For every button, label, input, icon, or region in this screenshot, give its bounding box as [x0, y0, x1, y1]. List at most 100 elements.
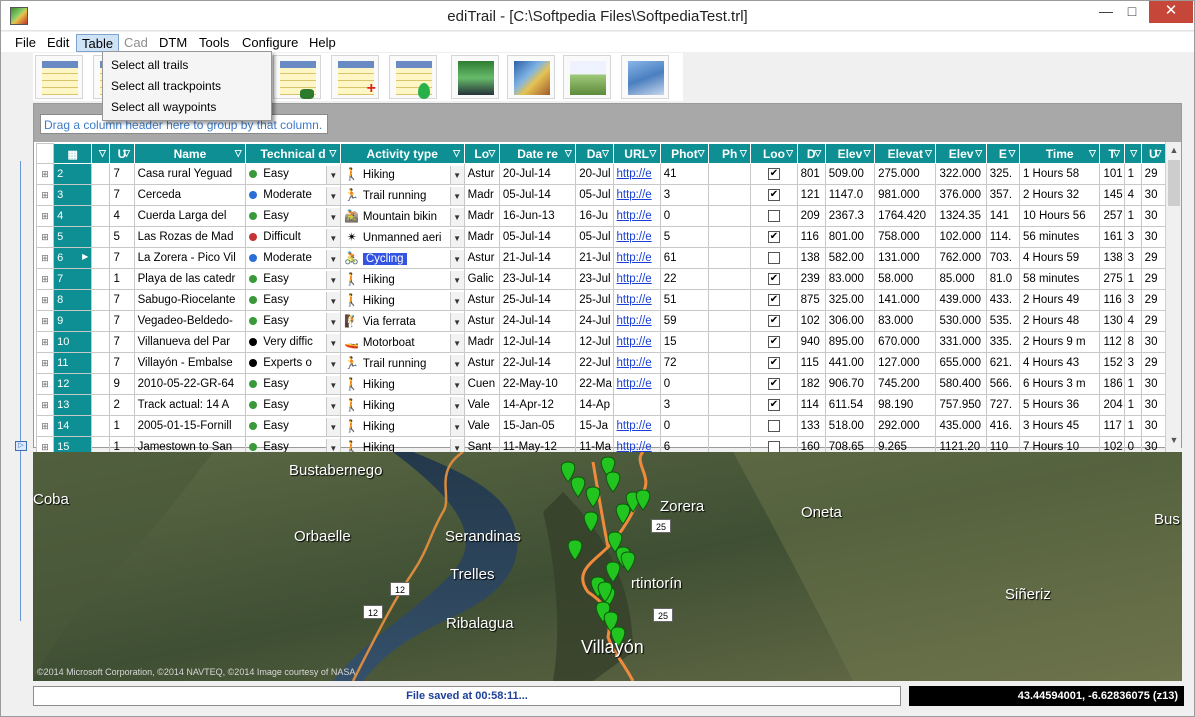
ph-cell[interactable] [708, 268, 752, 290]
t-cell[interactable]: 138 [1099, 247, 1125, 269]
column-header-t[interactable]: T ▽ [1099, 143, 1125, 164]
loop-cell[interactable]: ✔ [750, 289, 798, 311]
loop-checkbox[interactable]: ✔ [767, 272, 780, 285]
row-filter-cell[interactable] [91, 289, 111, 311]
row-id-cell[interactable]: 7 [53, 268, 93, 290]
loop-cell[interactable]: ✔ [750, 268, 798, 290]
technical-cell[interactable]: Easy ▼ [245, 310, 341, 332]
url-link[interactable]: http://e [617, 168, 652, 180]
technical-cell[interactable]: Easy ▼ [245, 205, 341, 227]
elev-max-cell[interactable]: 509.00 [824, 163, 876, 185]
u-cell[interactable]: 1 [109, 415, 135, 437]
row-expander[interactable]: ⊞ [35, 268, 55, 290]
location-cell[interactable]: Vale [463, 415, 500, 437]
url-cell[interactable] [612, 394, 661, 416]
menu-tools[interactable]: Tools [194, 34, 234, 52]
u2-cell[interactable]: 30 [1140, 331, 1167, 353]
chevron-down-icon[interactable]: ▼ [325, 228, 340, 247]
expand-row-icon[interactable]: ⊞ [41, 421, 49, 431]
elev-gain-cell[interactable]: 655.000 [935, 352, 987, 374]
row-filter-cell[interactable] [91, 184, 111, 206]
x-cell[interactable]: 8 [1123, 331, 1142, 353]
row-filter-cell[interactable] [91, 205, 111, 227]
name-cell[interactable]: La Zorera - Pico Vil [133, 247, 247, 269]
distance-cell[interactable]: 116 [796, 226, 826, 248]
activity-combo[interactable]: ✴ Unmanned aeri ▼ [344, 228, 464, 247]
t-cell[interactable]: 186 [1099, 373, 1125, 395]
activity-cell[interactable]: 🧗 Via ferrata ▼ [339, 310, 465, 332]
loop-cell[interactable]: ✔ [750, 331, 798, 353]
t-cell[interactable]: 204 [1099, 394, 1125, 416]
activity-combo[interactable]: 🚶 Hiking ▼ [344, 165, 464, 184]
u-cell[interactable]: 9 [109, 373, 135, 395]
loop-cell[interactable]: ✔ [750, 394, 798, 416]
x-cell[interactable]: 3 [1123, 226, 1142, 248]
u2-cell[interactable]: 30 [1140, 205, 1167, 227]
chevron-down-icon[interactable]: ▼ [325, 165, 340, 184]
elev-max-cell[interactable]: 1147.0 [824, 184, 876, 206]
row-id-cell[interactable]: 2 [53, 163, 93, 185]
row-filter-cell[interactable] [91, 415, 111, 437]
distance-cell[interactable]: 209 [796, 205, 826, 227]
row-expander[interactable]: ⊞ [35, 205, 55, 227]
chevron-down-icon[interactable]: ▼ [325, 417, 340, 436]
time-cell[interactable]: 58 minutes [1018, 268, 1101, 290]
photos-cell[interactable]: 51 [659, 289, 710, 311]
location-cell[interactable]: Madr [463, 226, 500, 248]
e-cell[interactable]: 433. [985, 289, 1020, 311]
name-cell[interactable]: Villayón - Embalse [133, 352, 247, 374]
t-cell[interactable]: 130 [1099, 310, 1125, 332]
photos-cell[interactable]: 3 [659, 394, 710, 416]
expand-row-icon[interactable]: ⊞ [41, 169, 49, 179]
activity-combo[interactable]: 🚶 Hiking ▼ [344, 291, 464, 310]
technical-combo[interactable]: Difficult ▼ [249, 228, 340, 247]
name-cell[interactable]: Casa rural Yeguad [133, 163, 247, 185]
elev-gain-cell[interactable]: 331.000 [935, 331, 987, 353]
location-cell[interactable]: Vale [463, 394, 500, 416]
location-cell[interactable]: Galic [463, 268, 500, 290]
activity-combo[interactable]: 🚵 Mountain bikin ▼ [344, 207, 464, 226]
location-cell[interactable]: Madr [463, 331, 500, 353]
distance-cell[interactable]: 940 [796, 331, 826, 353]
t-cell[interactable]: 112 [1099, 331, 1125, 353]
column-filter-header[interactable]: ▽ [91, 143, 111, 164]
photos-cell[interactable]: 0 [659, 205, 710, 227]
close-button[interactable]: ✕ [1149, 1, 1193, 23]
chevron-down-icon[interactable]: ▼ [449, 396, 464, 415]
chevron-down-icon[interactable]: ▼ [325, 375, 340, 394]
row-id-cell[interactable]: 6 ▶ [53, 247, 93, 269]
chevron-down-icon[interactable]: ▼ [449, 333, 464, 352]
ph-cell[interactable] [708, 163, 752, 185]
technical-combo[interactable]: Experts o ▼ [249, 354, 340, 373]
url-cell[interactable]: http://e [612, 226, 661, 248]
activity-cell[interactable]: 🚵 Mountain bikin ▼ [339, 205, 465, 227]
elevation-min-cell[interactable]: 1764.420 [874, 205, 937, 227]
date-cell[interactable]: 12-Jul [575, 331, 614, 353]
row-expander[interactable]: ⊞ [35, 163, 55, 185]
row-id-cell[interactable]: 10 [53, 331, 93, 353]
activity-combo[interactable]: 🚶 Hiking ▼ [344, 375, 464, 394]
column-header-elev-max[interactable]: Elev ▽ [824, 143, 876, 164]
u-cell[interactable]: 7 [109, 163, 135, 185]
loop-checkbox[interactable]: ✔ [767, 398, 780, 411]
u-cell[interactable]: 7 [109, 331, 135, 353]
toolbar-gps-device-button[interactable] [451, 55, 499, 99]
chevron-down-icon[interactable]: ▼ [325, 396, 340, 415]
row-id-cell[interactable]: 13 [53, 394, 93, 416]
chevron-down-icon[interactable]: ▼ [325, 270, 340, 289]
url-link[interactable]: http://e [617, 420, 652, 432]
u-cell[interactable]: 7 [109, 184, 135, 206]
technical-cell[interactable]: Difficult ▼ [245, 226, 341, 248]
technical-combo[interactable]: Easy ▼ [249, 417, 340, 436]
menu-file[interactable]: File [10, 34, 41, 52]
filter-icon[interactable]: ▽ [1087, 148, 1097, 158]
url-link[interactable]: http://e [617, 231, 652, 243]
url-cell[interactable]: http://e [612, 373, 661, 395]
elev-gain-cell[interactable]: 322.000 [935, 163, 987, 185]
url-cell[interactable]: http://e [612, 268, 661, 290]
loop-cell[interactable]: ✔ [750, 373, 798, 395]
t-cell[interactable]: 101 [1099, 163, 1125, 185]
row-id-cell[interactable]: 11 [53, 352, 93, 374]
column-header-photos[interactable]: Phot ▽ [659, 143, 710, 164]
row-expander[interactable]: ⊞ [35, 184, 55, 206]
